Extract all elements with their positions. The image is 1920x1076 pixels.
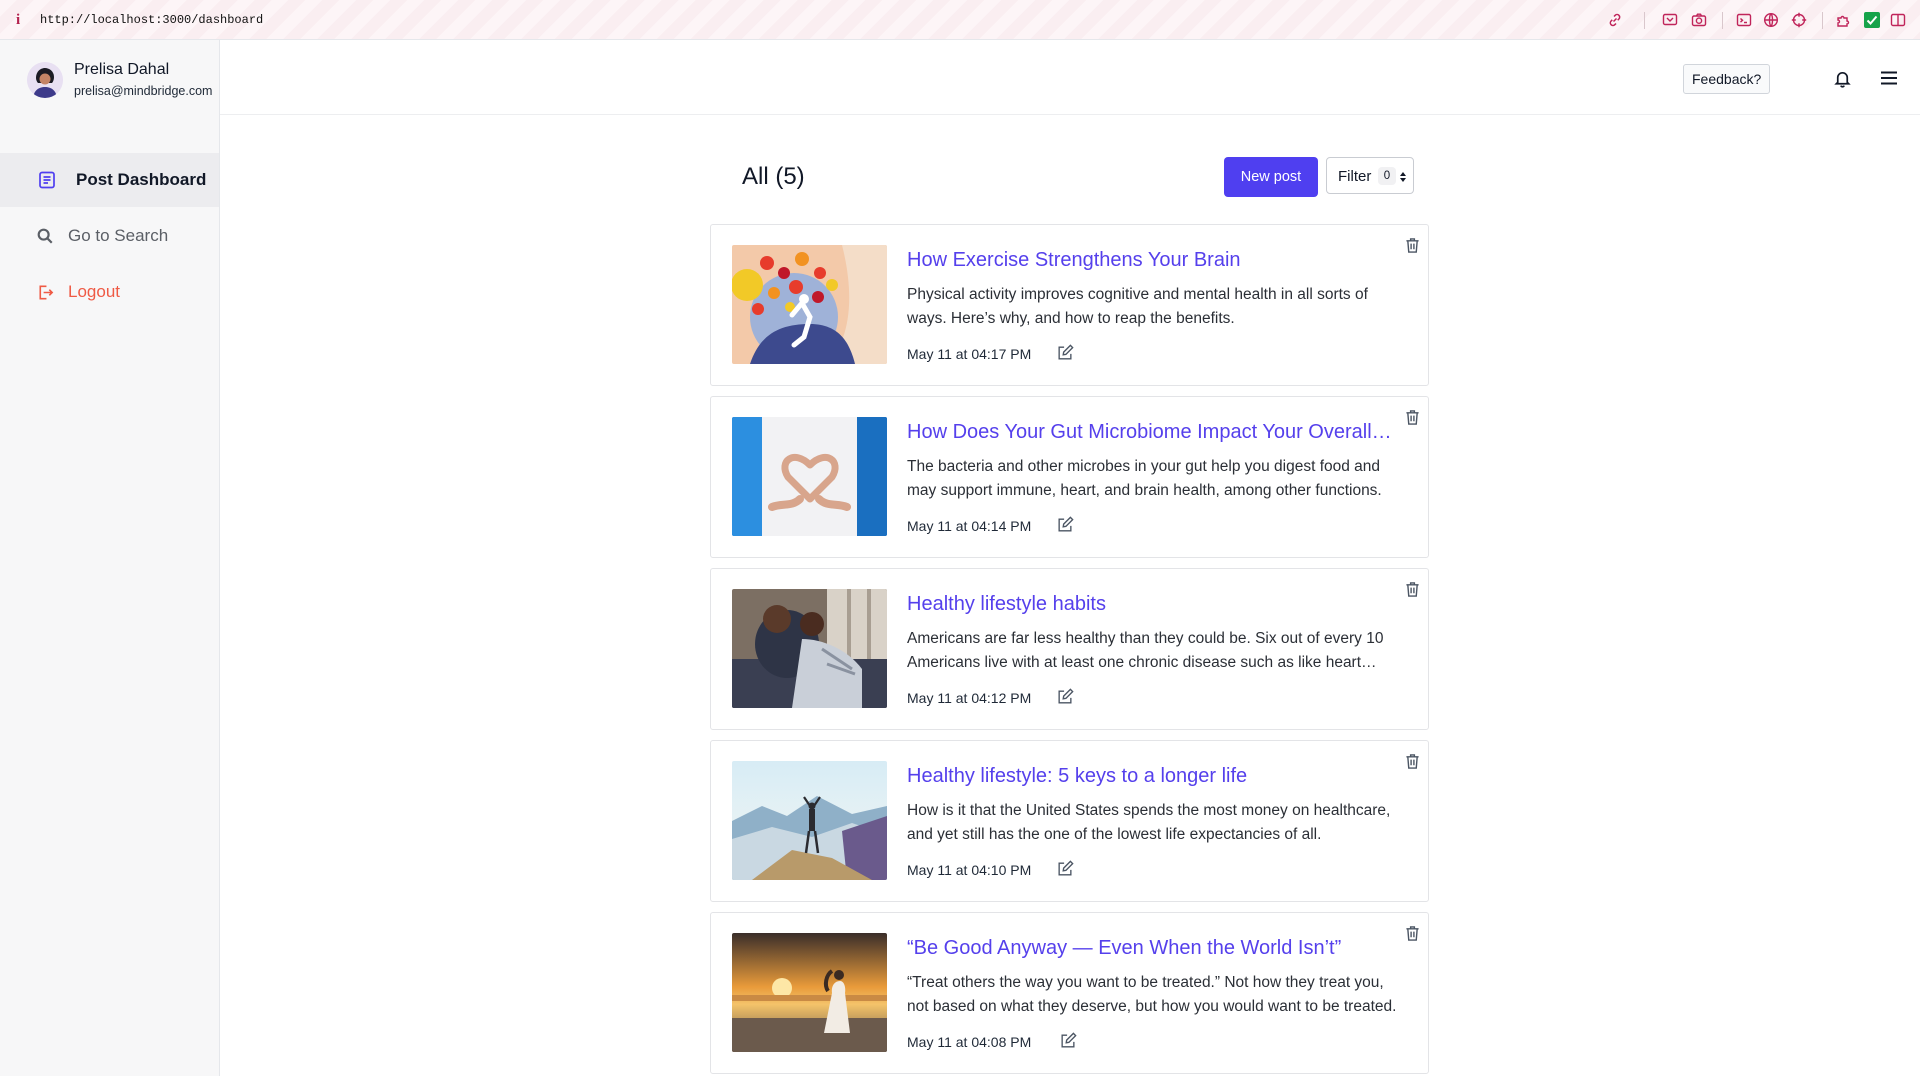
post-thumbnail[interactable] bbox=[732, 417, 887, 536]
search-icon bbox=[34, 225, 56, 247]
post-title[interactable]: How Exercise Strengthens Your Brain bbox=[907, 249, 1397, 272]
url-text[interactable]: http://localhost:3000/dashboard bbox=[40, 13, 263, 27]
document-icon bbox=[36, 169, 58, 191]
logout-icon bbox=[34, 281, 56, 303]
post-title[interactable]: Healthy lifestyle: 5 keys to a longer li… bbox=[907, 765, 1397, 788]
post-date: May 11 at 04:08 PM bbox=[907, 1034, 1032, 1050]
sidebar-item-label: Post Dashboard bbox=[76, 170, 207, 189]
edit-icon[interactable] bbox=[1054, 514, 1076, 536]
filter-button[interactable]: Filter 0 bbox=[1326, 157, 1414, 194]
toolbar-divider bbox=[1644, 12, 1645, 29]
edit-icon[interactable] bbox=[1054, 686, 1076, 708]
post-excerpt: “Treat others the way you want to be tre… bbox=[907, 974, 1397, 1015]
filter-label: Filter bbox=[1338, 168, 1372, 185]
post-date: May 11 at 04:12 PM bbox=[907, 690, 1032, 706]
sidebar-item-label: Go to Search bbox=[68, 226, 169, 245]
post-card: Healthy lifestyle: 5 keys to a longer li… bbox=[710, 740, 1429, 902]
sidebar: Prelisa Dahal prelisa@mindbridge.com Pos… bbox=[0, 40, 220, 1076]
post-excerpt: Physical activity improves cognitive and… bbox=[907, 286, 1368, 327]
browser-address-bar: i http://localhost:3000/dashboard bbox=[0, 0, 1920, 40]
edit-icon[interactable] bbox=[1057, 1030, 1079, 1052]
bell-icon[interactable] bbox=[1830, 66, 1854, 90]
sidebar-item-post-dashboard[interactable]: Post Dashboard bbox=[0, 153, 219, 207]
filter-count-badge: 0 bbox=[1378, 167, 1396, 185]
trash-icon[interactable] bbox=[1403, 751, 1421, 771]
edit-icon[interactable] bbox=[1054, 858, 1076, 880]
post-date: May 11 at 04:10 PM bbox=[907, 862, 1032, 878]
post-excerpt: The bacteria and other microbes in your … bbox=[907, 458, 1382, 499]
post-date: May 11 at 04:14 PM bbox=[907, 518, 1032, 534]
camera-icon[interactable] bbox=[1691, 12, 1707, 28]
screen-record-icon[interactable] bbox=[1662, 12, 1678, 28]
trash-icon[interactable] bbox=[1403, 923, 1421, 943]
link-icon[interactable] bbox=[1607, 12, 1623, 28]
crosshair-icon[interactable] bbox=[1791, 12, 1807, 28]
post-title[interactable]: How Does Your Gut Microbiome Impact Your… bbox=[907, 421, 1397, 444]
checkmark-icon[interactable] bbox=[1864, 12, 1880, 28]
page-title: All (5) bbox=[742, 163, 805, 190]
sidebar-item-logout[interactable]: Logout bbox=[0, 265, 219, 319]
terminal-icon[interactable] bbox=[1736, 12, 1752, 28]
post-title[interactable]: “Be Good Anyway — Even When the World Is… bbox=[907, 937, 1397, 960]
new-post-button[interactable]: New post bbox=[1224, 157, 1318, 197]
post-card: How Does Your Gut Microbiome Impact Your… bbox=[710, 396, 1429, 558]
post-excerpt: Americans are far less healthy than they… bbox=[907, 630, 1384, 671]
hamburger-menu-icon[interactable] bbox=[1877, 66, 1901, 90]
post-card: “Be Good Anyway — Even When the World Is… bbox=[710, 912, 1429, 1074]
post-date: May 11 at 04:17 PM bbox=[907, 346, 1032, 362]
sidebar-item-label: Logout bbox=[68, 282, 120, 301]
post-thumbnail[interactable] bbox=[732, 761, 887, 880]
trash-icon[interactable] bbox=[1403, 579, 1421, 599]
toolbar-divider bbox=[1822, 12, 1823, 29]
user-email: prelisa@mindbridge.com bbox=[74, 84, 213, 98]
trash-icon[interactable] bbox=[1403, 235, 1421, 255]
post-excerpt: How is it that the United States spends … bbox=[907, 802, 1391, 843]
user-name: Prelisa Dahal bbox=[74, 61, 170, 78]
toolbar-divider bbox=[1722, 12, 1723, 29]
post-thumbnail[interactable] bbox=[732, 933, 887, 1052]
sort-caret-icon bbox=[1399, 170, 1407, 184]
post-card: Healthy lifestyle habits Americans are f… bbox=[710, 568, 1429, 730]
globe-icon[interactable] bbox=[1763, 12, 1779, 28]
post-thumbnail[interactable] bbox=[732, 245, 887, 364]
post-thumbnail[interactable] bbox=[732, 589, 887, 708]
info-icon[interactable]: i bbox=[16, 12, 20, 29]
sidebar-toggle-icon[interactable] bbox=[1890, 12, 1906, 28]
edit-icon[interactable] bbox=[1054, 342, 1076, 364]
post-title[interactable]: Healthy lifestyle habits bbox=[907, 593, 1397, 616]
extension-puzzle-icon[interactable] bbox=[1836, 12, 1852, 28]
post-card: How Exercise Strengthens Your Brain Phys… bbox=[710, 224, 1429, 386]
avatar[interactable] bbox=[27, 62, 63, 98]
trash-icon[interactable] bbox=[1403, 407, 1421, 427]
top-header: Feedback? bbox=[220, 40, 1920, 115]
sidebar-item-go-to-search[interactable]: Go to Search bbox=[0, 209, 219, 263]
feedback-button[interactable]: Feedback? bbox=[1683, 64, 1771, 94]
